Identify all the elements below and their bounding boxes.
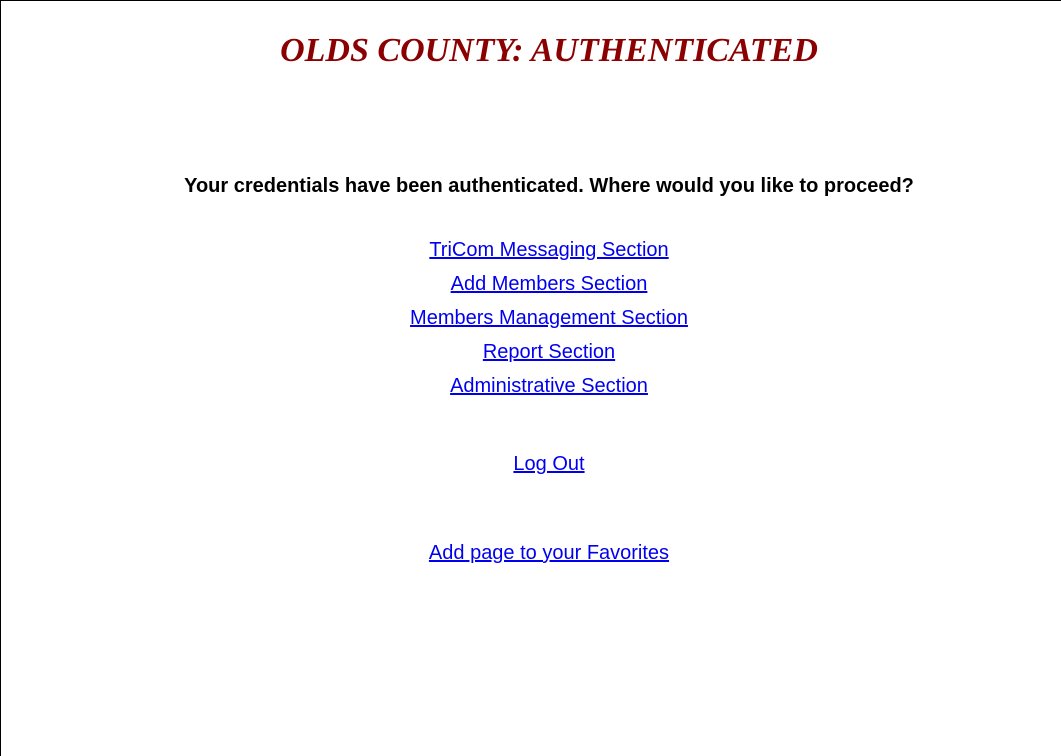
report-section-link[interactable]: Report Section	[483, 341, 615, 363]
link-row-report: Report Section	[1, 335, 1061, 369]
link-row-administrative: Administrative Section	[1, 369, 1061, 403]
members-management-link[interactable]: Members Management Section	[410, 307, 688, 329]
favorites-row: Add page to your Favorites	[1, 536, 1061, 570]
page-frame: OLDS COUNTY: AUTHENTICATED Your credenti…	[0, 0, 1061, 756]
link-row-tricom: TriCom Messaging Section	[1, 233, 1061, 267]
section-links: TriCom Messaging Section Add Members Sec…	[1, 233, 1061, 403]
page-title: OLDS COUNTY: AUTHENTICATED	[280, 32, 818, 69]
administrative-section-link[interactable]: Administrative Section	[450, 375, 648, 397]
add-members-link[interactable]: Add Members Section	[451, 273, 648, 295]
link-row-members-management: Members Management Section	[1, 301, 1061, 335]
add-favorites-link[interactable]: Add page to your Favorites	[429, 542, 669, 564]
logout-link[interactable]: Log Out	[513, 453, 584, 475]
authentication-message: Your credentials have been authenticated…	[184, 175, 914, 197]
logout-row: Log Out	[1, 447, 1061, 481]
tricom-messaging-link[interactable]: TriCom Messaging Section	[429, 239, 668, 261]
link-row-add-members: Add Members Section	[1, 267, 1061, 301]
